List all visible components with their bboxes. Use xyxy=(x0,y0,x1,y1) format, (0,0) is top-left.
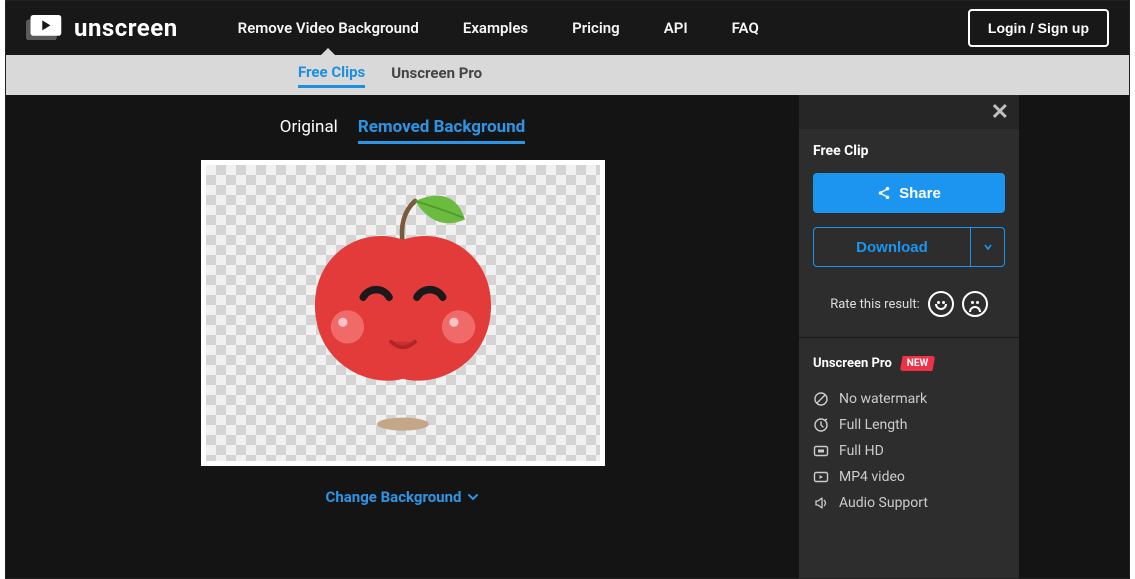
download-group: Download xyxy=(813,227,1005,267)
logo[interactable]: unscreen xyxy=(26,14,178,42)
panel-titlebar: ✕ xyxy=(799,95,1019,129)
panel-heading: Free Clip xyxy=(813,143,1005,159)
main-nav: Remove Video Background Examples Pricing… xyxy=(238,19,759,37)
hd-icon xyxy=(813,443,829,459)
view-tabs: Original Removed Background xyxy=(280,117,525,144)
main-content: Original Removed Background xyxy=(6,95,1129,578)
pro-feature-list: No watermark Full Length Full HD MP4 vid… xyxy=(813,391,1005,511)
nav-faq[interactable]: FAQ xyxy=(732,19,759,37)
caret-down-icon xyxy=(984,243,992,251)
no-watermark-icon xyxy=(813,391,829,407)
feature-label: Full HD xyxy=(839,443,884,459)
feature-full-hd: Full HD xyxy=(813,443,1005,459)
tab-original[interactable]: Original xyxy=(280,117,338,144)
preview-canvas xyxy=(206,165,600,461)
logo-text: unscreen xyxy=(74,14,178,42)
nav-api[interactable]: API xyxy=(664,19,688,37)
login-signup-button[interactable]: Login / Sign up xyxy=(968,9,1109,47)
feature-label: Audio Support xyxy=(839,495,928,511)
chevron-down-icon xyxy=(467,491,479,503)
editor-area: Original Removed Background xyxy=(6,95,799,578)
feature-label: No watermark xyxy=(839,391,927,407)
apple-graphic xyxy=(288,188,518,438)
nav-remove-video-bg[interactable]: Remove Video Background xyxy=(238,19,419,37)
rate-label: Rate this result: xyxy=(830,297,920,312)
subnav-free-clips[interactable]: Free Clips xyxy=(298,63,365,88)
right-gutter xyxy=(1019,95,1129,578)
divider xyxy=(799,337,1019,338)
feature-audio: Audio Support xyxy=(813,495,1005,511)
feature-label: Full Length xyxy=(839,417,907,433)
nav-pricing[interactable]: Pricing xyxy=(572,19,620,37)
side-panel: ✕ Free Clip Share Download xyxy=(799,95,1019,578)
feature-label: MP4 video xyxy=(839,469,905,485)
share-label: Share xyxy=(899,185,941,202)
video-icon xyxy=(813,469,829,485)
download-button[interactable]: Download xyxy=(813,227,971,267)
share-button[interactable]: Share xyxy=(813,173,1005,213)
subnav-unscreen-pro[interactable]: Unscreen Pro xyxy=(391,64,482,86)
download-options-button[interactable] xyxy=(971,227,1005,267)
sub-nav: Free Clips Unscreen Pro xyxy=(6,55,1129,95)
rate-row: Rate this result: xyxy=(813,291,1005,317)
nav-examples[interactable]: Examples xyxy=(463,19,528,37)
audio-icon xyxy=(813,495,829,511)
change-background-button[interactable]: Change Background xyxy=(326,488,480,506)
close-icon[interactable]: ✕ xyxy=(991,100,1009,125)
change-background-label: Change Background xyxy=(326,488,462,506)
tab-removed-background[interactable]: Removed Background xyxy=(358,117,525,144)
rate-sad-icon[interactable] xyxy=(962,291,988,317)
preview-frame xyxy=(201,160,605,466)
pro-header: Unscreen Pro NEW xyxy=(813,356,1005,371)
main-header: unscreen Remove Video Background Example… xyxy=(6,1,1129,55)
rate-happy-icon[interactable] xyxy=(928,291,954,317)
new-badge: NEW xyxy=(900,356,935,371)
clock-icon xyxy=(813,417,829,433)
share-icon xyxy=(877,186,891,200)
feature-no-watermark: No watermark xyxy=(813,391,1005,407)
feature-mp4: MP4 video xyxy=(813,469,1005,485)
feature-full-length: Full Length xyxy=(813,417,1005,433)
pro-title: Unscreen Pro xyxy=(813,356,892,371)
logo-icon xyxy=(26,15,64,41)
